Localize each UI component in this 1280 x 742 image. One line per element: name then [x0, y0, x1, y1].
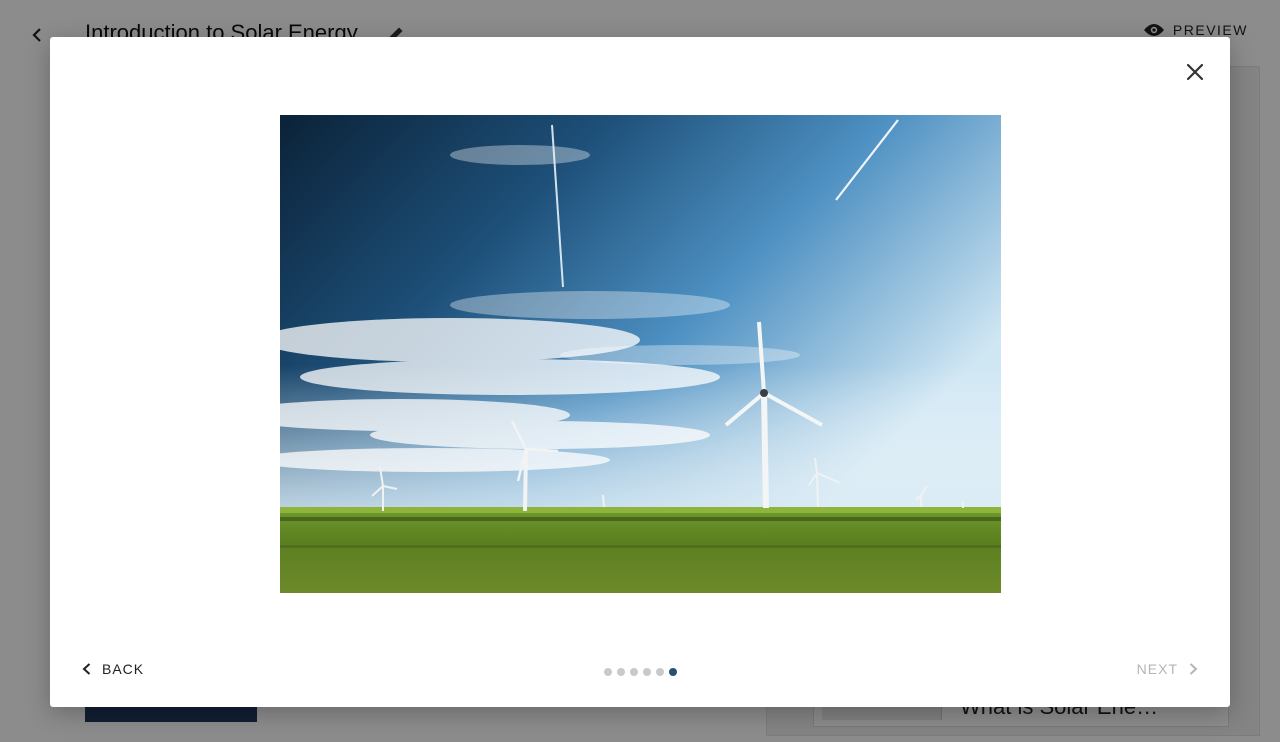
next-label: NEXT — [1136, 661, 1178, 677]
next-button[interactable]: NEXT — [1137, 661, 1200, 677]
back-button[interactable]: BACK — [80, 661, 144, 677]
pagination-dot-active[interactable] — [669, 668, 677, 676]
pagination-dot[interactable] — [656, 668, 664, 676]
gallery-image — [280, 115, 1001, 593]
image-gallery-modal: BACK NEXT — [50, 37, 1230, 707]
close-button[interactable] — [1178, 55, 1212, 89]
pagination-dot[interactable] — [630, 668, 638, 676]
back-label: BACK — [102, 661, 145, 677]
pagination-dots — [604, 668, 677, 676]
close-icon — [1186, 63, 1204, 81]
wind-turbines-photo — [280, 115, 1001, 593]
pagination-dot[interactable] — [643, 668, 651, 676]
pagination-dot[interactable] — [617, 668, 625, 676]
pagination-dot[interactable] — [604, 668, 612, 676]
chevron-right-icon — [1189, 663, 1198, 675]
chevron-left-icon — [82, 663, 91, 675]
